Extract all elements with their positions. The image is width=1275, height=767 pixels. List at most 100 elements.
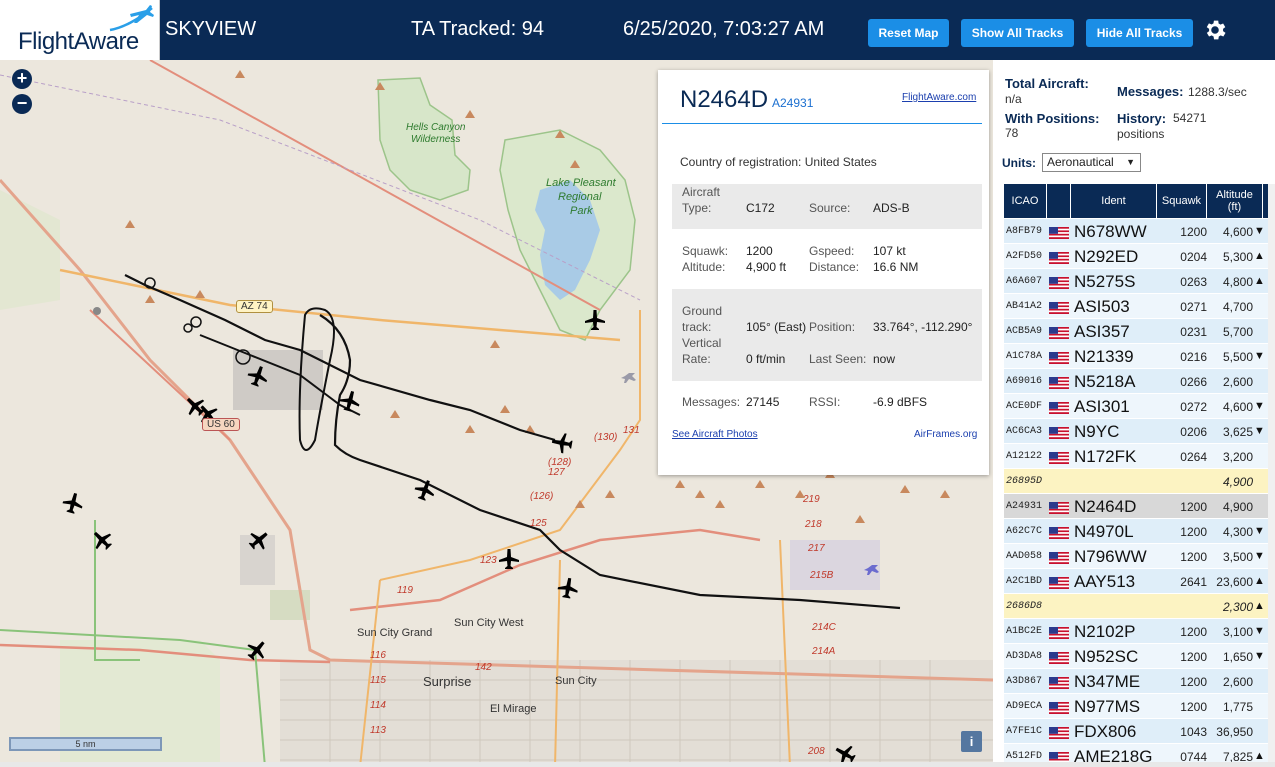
row-icao: A3D867 <box>1006 676 1043 687</box>
table-row[interactable]: A1BC2E N2102P 1200 3,100 ▼ <box>1004 619 1275 644</box>
table-row[interactable]: AC6CA3 N9YC 0206 3,625 ▼ <box>1004 419 1275 444</box>
us-flag-icon <box>1049 351 1069 364</box>
table-row[interactable]: ACB5A9 ASI357 0231 5,700 <box>1004 319 1275 344</box>
row-altitude: 3,100 <box>1222 625 1253 639</box>
map-label: (130) <box>594 432 618 443</box>
map-label: 114 <box>370 700 386 711</box>
row-squawk: 0204 <box>1180 250 1207 264</box>
airframes-link[interactable]: AirFrames.org <box>914 429 977 440</box>
row-icao: A1BC2E <box>1006 626 1043 637</box>
table-row[interactable]: A24931 N2464D 1200 4,900 <box>1004 494 1275 519</box>
table-row[interactable]: AAD058 N796WW 1200 3,500 ▼ <box>1004 544 1275 569</box>
table-row[interactable]: A69016 N5218A 0266 2,600 <box>1004 369 1275 394</box>
flight-track <box>183 323 193 333</box>
flightaware-logo[interactable]: FlightAware <box>0 0 160 60</box>
column-icao[interactable]: ICAO <box>1004 184 1047 218</box>
us-flag-icon <box>1049 301 1069 314</box>
row-ident: N9YC <box>1074 422 1120 441</box>
column-squawk[interactable]: Squawk <box>1157 184 1207 218</box>
table-row[interactable]: A1C78A N21339 0216 5,500 ▼ <box>1004 344 1275 369</box>
position-value: 33.764°, -112.290° <box>873 320 973 334</box>
flightaware-link[interactable]: FlightAware.com <box>902 92 976 103</box>
row-ident: N347ME <box>1074 672 1141 691</box>
row-icao: A69016 <box>1006 376 1043 387</box>
gear-icon[interactable] <box>1202 17 1228 43</box>
table-row[interactable]: A12122 N172FK 0264 3,200 <box>1004 444 1275 469</box>
field-label: Type: <box>682 201 712 215</box>
row-altitude: 4,800 <box>1222 275 1253 289</box>
table-row[interactable]: AB41A2 ASI503 0271 4,700 <box>1004 294 1275 319</box>
row-ident: N796WW <box>1074 547 1147 566</box>
table-scrollbar[interactable] <box>1268 184 1275 767</box>
row-altitude-trend: ▲ <box>1254 275 1265 287</box>
map-info-button[interactable]: i <box>961 731 982 752</box>
last-seen-value: now <box>873 352 896 366</box>
row-squawk: 1200 <box>1180 225 1207 239</box>
row-altitude: 3,625 <box>1222 425 1253 439</box>
map-label: 116 <box>370 650 386 661</box>
table-row[interactable]: A7FE1C FDX806 1043 36,950 <box>1004 719 1275 744</box>
row-altitude: 5,500 <box>1222 350 1253 364</box>
table-row[interactable]: A2FD50 N292ED 0204 5,300 ▲ <box>1004 244 1275 269</box>
logo-text: FlightAware <box>18 28 139 55</box>
table-row[interactable]: A3D867 N347ME 1200 2,600 <box>1004 669 1275 694</box>
map-label: 215B <box>810 570 834 581</box>
road-shield: US 60 <box>202 418 240 431</box>
row-altitude: 4,600 <box>1222 400 1253 414</box>
us-flag-icon <box>1049 226 1069 239</box>
road-shield: AZ 74 <box>236 300 273 313</box>
field-label: RSSI: <box>809 395 841 409</box>
row-ident: N4970L <box>1074 522 1134 541</box>
table-row[interactable]: A2C1BD AAY513 2641 23,600 ▲ <box>1004 569 1275 594</box>
row-altitude-trend: ▲ <box>1254 600 1265 612</box>
map-label: 123 <box>480 555 497 566</box>
hide-all-tracks-button[interactable]: Hide All Tracks <box>1086 19 1193 47</box>
row-squawk: 1043 <box>1180 725 1207 739</box>
row-icao: A2FD50 <box>1006 251 1043 262</box>
field-label: Last Seen: <box>809 352 867 366</box>
table-row[interactable]: A6A607 N5275S 0263 4,800 ▲ <box>1004 269 1275 294</box>
map-label: Sun City Grand <box>357 627 433 639</box>
table-row[interactable]: A8FB79 N678WW 1200 4,600 ▼ <box>1004 219 1275 244</box>
table-row[interactable]: ACE0DF ASI301 0272 4,600 ▼ <box>1004 394 1275 419</box>
zoom-out-button[interactable]: − <box>12 94 32 114</box>
row-squawk: 1200 <box>1180 700 1207 714</box>
column-ident[interactable]: Ident <box>1071 184 1157 218</box>
us-flag-icon <box>1049 551 1069 564</box>
current-datetime: 6/25/2020, 7:03:27 AM <box>623 18 825 40</box>
map-label: 113 <box>370 725 386 736</box>
table-row[interactable]: A62C7C N4970L 1200 4,300 ▼ <box>1004 519 1275 544</box>
row-ident: N952SC <box>1074 647 1139 666</box>
map-label: Surprise <box>423 674 472 689</box>
show-all-tracks-button[interactable]: Show All Tracks <box>961 19 1074 47</box>
units-select[interactable]: Aeronautical ▼ <box>1042 153 1141 172</box>
map-label: Sun City West <box>454 617 524 629</box>
column-altitude[interactable]: Altitude (ft) <box>1207 184 1263 218</box>
aircraft-hex[interactable]: A24931 <box>772 96 813 110</box>
aircraft-photos-link[interactable]: See Aircraft Photos <box>672 429 758 440</box>
reset-map-button[interactable]: Reset Map <box>868 19 949 47</box>
row-altitude: 4,300 <box>1222 525 1253 539</box>
row-ident: N977MS <box>1074 697 1141 716</box>
map-label: 218 <box>805 519 822 530</box>
page-scrollbar[interactable] <box>0 762 1275 767</box>
column-altitude-label: Altitude <box>1216 189 1253 201</box>
row-icao: AB41A2 <box>1006 301 1043 312</box>
units-label: Units: <box>1002 156 1036 170</box>
zoom-in-button[interactable]: + <box>12 69 32 89</box>
us-flag-icon <box>1049 576 1069 589</box>
row-ident: N172FK <box>1074 447 1137 466</box>
us-flag-icon <box>1049 401 1069 414</box>
row-squawk: 1200 <box>1180 675 1207 689</box>
row-ident: N2464D <box>1074 497 1137 516</box>
table-row[interactable]: 26895D 4,900 <box>1004 469 1275 494</box>
column-flag[interactable] <box>1047 184 1071 218</box>
table-row[interactable]: AD9ECA N977MS 1200 1,775 <box>1004 694 1275 719</box>
map-label: 119 <box>397 585 413 596</box>
table-row[interactable]: 2686D8 2,300 ▲ <box>1004 594 1275 619</box>
row-squawk: 0216 <box>1180 350 1207 364</box>
table-row[interactable]: AD3DA8 N952SC 1200 1,650 ▼ <box>1004 644 1275 669</box>
distance-value: 16.6 NM <box>873 260 919 274</box>
flight-track <box>190 316 202 328</box>
row-altitude: 4,600 <box>1222 225 1253 239</box>
